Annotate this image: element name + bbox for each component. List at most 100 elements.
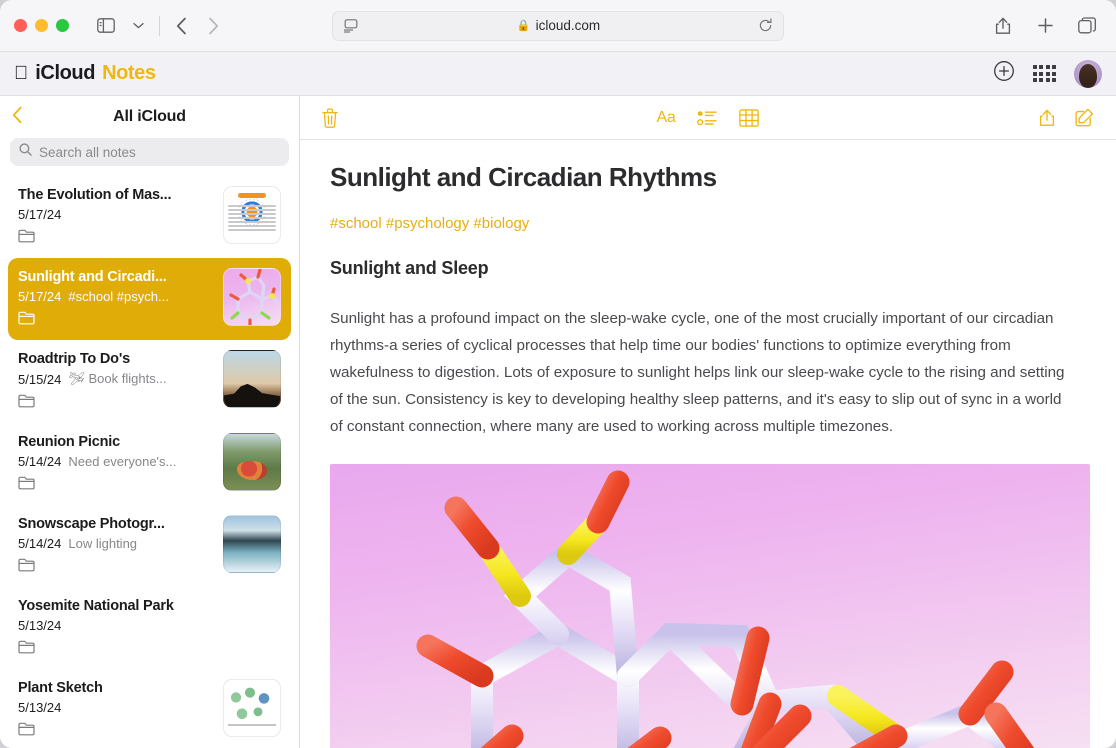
notes-list[interactable]: The Evolution of Mas... 5/17/24 [0, 176, 299, 748]
note-thumbnail [223, 350, 281, 408]
brand-icloud-label: iCloud [35, 62, 95, 85]
note-text-block: Reunion Picnic 5/14/24 Need everyone's..… [18, 433, 213, 495]
list-item-selected[interactable]: Sunlight and Circadi... 5/17/24 #school … [8, 258, 291, 340]
note-title: Plant Sketch [18, 680, 213, 696]
list-item[interactable]: Yosemite National Park 5/13/24 [8, 587, 291, 669]
search-field[interactable] [10, 138, 289, 166]
note-thumbnail [223, 433, 281, 491]
note-date: 5/17/24 [18, 289, 61, 304]
notes-sidebar: All iCloud The Evolut [0, 96, 300, 748]
list-item[interactable]: Plant Sketch 5/13/24 [8, 669, 291, 748]
note-subheading: Sunlight and Sleep [330, 258, 1086, 279]
minimize-window-button[interactable] [35, 19, 48, 32]
note-text-block: Roadtrip To Do's 5/15/24 🛩 Book flights.… [18, 350, 213, 413]
note-text-block: Snowscape Photogr... 5/14/24 Low lightin… [18, 515, 213, 577]
sidebar-toggle-icon[interactable] [91, 12, 121, 40]
note-date: 5/17/24 [18, 207, 61, 222]
checklist-icon[interactable] [697, 110, 717, 126]
note-meta: 5/13/24 [18, 700, 213, 715]
plus-circle-icon[interactable] [993, 60, 1015, 87]
molecule-image[interactable] [330, 464, 1090, 748]
icloud-header:  iCloud Notes [0, 52, 1116, 96]
note-text-block: The Evolution of Mas... 5/17/24 [18, 186, 213, 248]
address-bar[interactable]: 🔒 icloud.com [332, 11, 784, 41]
note-meta: 5/17/24 #school #psych... [18, 289, 213, 304]
search-container [0, 138, 299, 176]
plus-icon[interactable] [1030, 12, 1060, 40]
folder-icon [18, 476, 213, 495]
share-icon[interactable] [988, 12, 1018, 40]
folder-icon [18, 311, 213, 330]
folder-icon [18, 229, 213, 248]
back-chevron-icon[interactable] [166, 12, 196, 40]
note-meta: 5/13/24 [18, 618, 281, 633]
note-paragraph: Sunlight has a profound impact on the sl… [330, 305, 1078, 440]
brand-app-label: Notes [102, 62, 156, 85]
note-editor: Aa [300, 96, 1116, 748]
list-item[interactable]: Roadtrip To Do's 5/15/24 🛩 Book flights.… [8, 340, 291, 423]
note-date: 5/14/24 [18, 536, 61, 551]
window-traffic-lights[interactable] [14, 19, 69, 32]
page-title: Sunlight and Circadian Rhythms [330, 162, 1086, 193]
note-snippet: Need everyone's... [68, 454, 176, 469]
url-text-group: 🔒 icloud.com [359, 18, 758, 33]
note-date: 5/13/24 [18, 700, 61, 715]
note-text-block: Plant Sketch 5/13/24 [18, 679, 213, 741]
list-item[interactable]: Snowscape Photogr... 5/14/24 Low lightin… [8, 505, 291, 587]
folder-icon [18, 722, 213, 741]
note-title: Yosemite National Park [18, 598, 281, 614]
note-date: 5/14/24 [18, 454, 61, 469]
note-body[interactable]: Sunlight and Circadian Rhythms #school #… [300, 140, 1116, 748]
list-item[interactable]: The Evolution of Mas... 5/17/24 [8, 176, 291, 258]
icloud-brand[interactable]:  iCloud Notes [14, 62, 156, 85]
table-icon[interactable] [739, 109, 759, 127]
note-text-block: Yosemite National Park 5/13/24 [18, 597, 281, 659]
forward-chevron-icon[interactable] [198, 12, 228, 40]
folder-icon [18, 640, 281, 659]
editor-toolbar: Aa [300, 96, 1116, 140]
browser-window: 🔒 icloud.com [0, 0, 1116, 748]
browser-toolbar: 🔒 icloud.com [0, 0, 1116, 52]
note-thumbnail [223, 515, 281, 573]
note-title: Reunion Picnic [18, 434, 213, 450]
note-title: Sunlight and Circadi... [18, 269, 213, 285]
folder-icon [18, 394, 213, 413]
toolbar-divider [159, 16, 160, 36]
app-grid-icon[interactable] [1033, 65, 1057, 82]
note-meta: 5/17/24 [18, 207, 213, 222]
sidebar-dropdown-icon[interactable] [123, 12, 153, 40]
reload-icon[interactable] [758, 18, 773, 33]
sidebar-header: All iCloud [0, 96, 299, 138]
search-input[interactable] [39, 145, 280, 160]
lock-icon: 🔒 [517, 19, 531, 32]
note-title: Snowscape Photogr... [18, 516, 213, 532]
note-thumbnail [223, 186, 281, 244]
note-title: Roadtrip To Do's [18, 351, 213, 367]
main-content: All iCloud The Evolut [0, 96, 1116, 748]
close-window-button[interactable] [14, 19, 27, 32]
note-meta: 5/14/24 Low lighting [18, 536, 213, 551]
folder-icon [18, 558, 213, 577]
maximize-window-button[interactable] [56, 19, 69, 32]
note-snippet: #school #psych... [68, 289, 168, 304]
url-value: icloud.com [536, 18, 601, 33]
note-date: 5/15/24 [18, 372, 61, 387]
note-title: The Evolution of Mas... [18, 187, 213, 203]
user-avatar[interactable] [1074, 60, 1102, 88]
note-snippet: Low lighting [68, 536, 137, 551]
tab-overview-icon[interactable] [1072, 12, 1102, 40]
search-icon [19, 143, 32, 161]
note-tags[interactable]: #school #psychology #biology [330, 215, 1086, 232]
note-meta: 5/14/24 Need everyone's... [18, 454, 213, 469]
note-thumbnail [223, 679, 281, 737]
sidebar-title: All iCloud [0, 108, 299, 126]
apple-logo-icon:  [14, 64, 28, 83]
note-text-block: Sunlight and Circadi... 5/17/24 #school … [18, 268, 213, 330]
list-item[interactable]: Reunion Picnic 5/14/24 Need everyone's..… [8, 423, 291, 505]
note-thumbnail [223, 268, 281, 326]
note-meta: 5/15/24 🛩 Book flights... [18, 371, 213, 387]
format-text-button[interactable]: Aa [657, 109, 676, 127]
note-date: 5/13/24 [18, 618, 61, 633]
note-snippet: 🛩 Book flights... [68, 371, 166, 387]
reader-view-icon[interactable] [343, 19, 359, 33]
